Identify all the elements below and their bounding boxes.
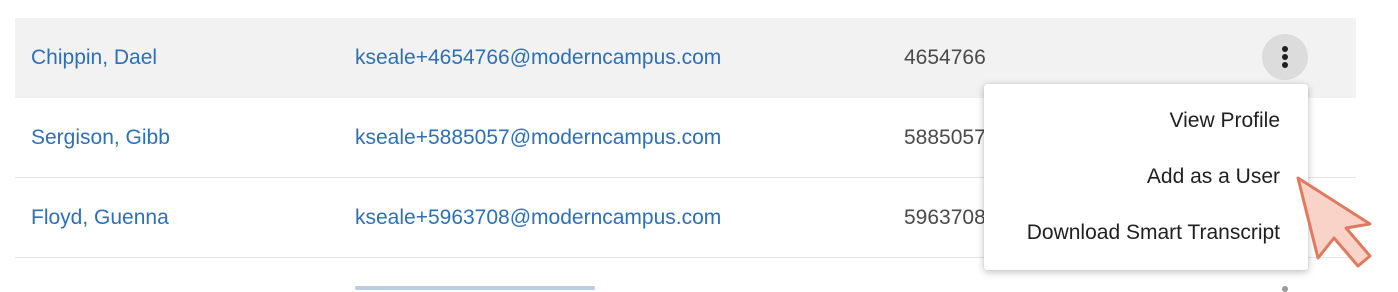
clipped-row-text (355, 286, 595, 290)
id-cell: 5885057 (904, 126, 986, 149)
menu-item-view-profile[interactable]: View Profile (1170, 104, 1281, 138)
arrow-cursor-icon (1296, 176, 1372, 268)
name-link[interactable]: Chippin, Dael (31, 18, 157, 98)
name-link[interactable]: Floyd, Guenna (31, 178, 169, 258)
email-link[interactable]: kseale+5963708@moderncampus.com (355, 178, 721, 258)
row-actions-button[interactable] (1262, 34, 1308, 80)
id-cell: 4654766 (904, 46, 986, 69)
menu-item-add-as-user[interactable]: Add as a User (1147, 160, 1280, 194)
email-link[interactable]: kseale+5885057@moderncampus.com (355, 98, 721, 178)
name-link[interactable]: Sergison, Gibb (31, 98, 170, 178)
more-vertical-icon[interactable] (1282, 286, 1288, 292)
id-cell: 5963708 (904, 206, 986, 229)
row-actions-menu: View Profile Add as a User Download Smar… (984, 84, 1308, 270)
email-link[interactable]: kseale+4654766@moderncampus.com (355, 18, 721, 98)
menu-item-download-smart-transcript[interactable]: Download Smart Transcript (1027, 216, 1280, 250)
